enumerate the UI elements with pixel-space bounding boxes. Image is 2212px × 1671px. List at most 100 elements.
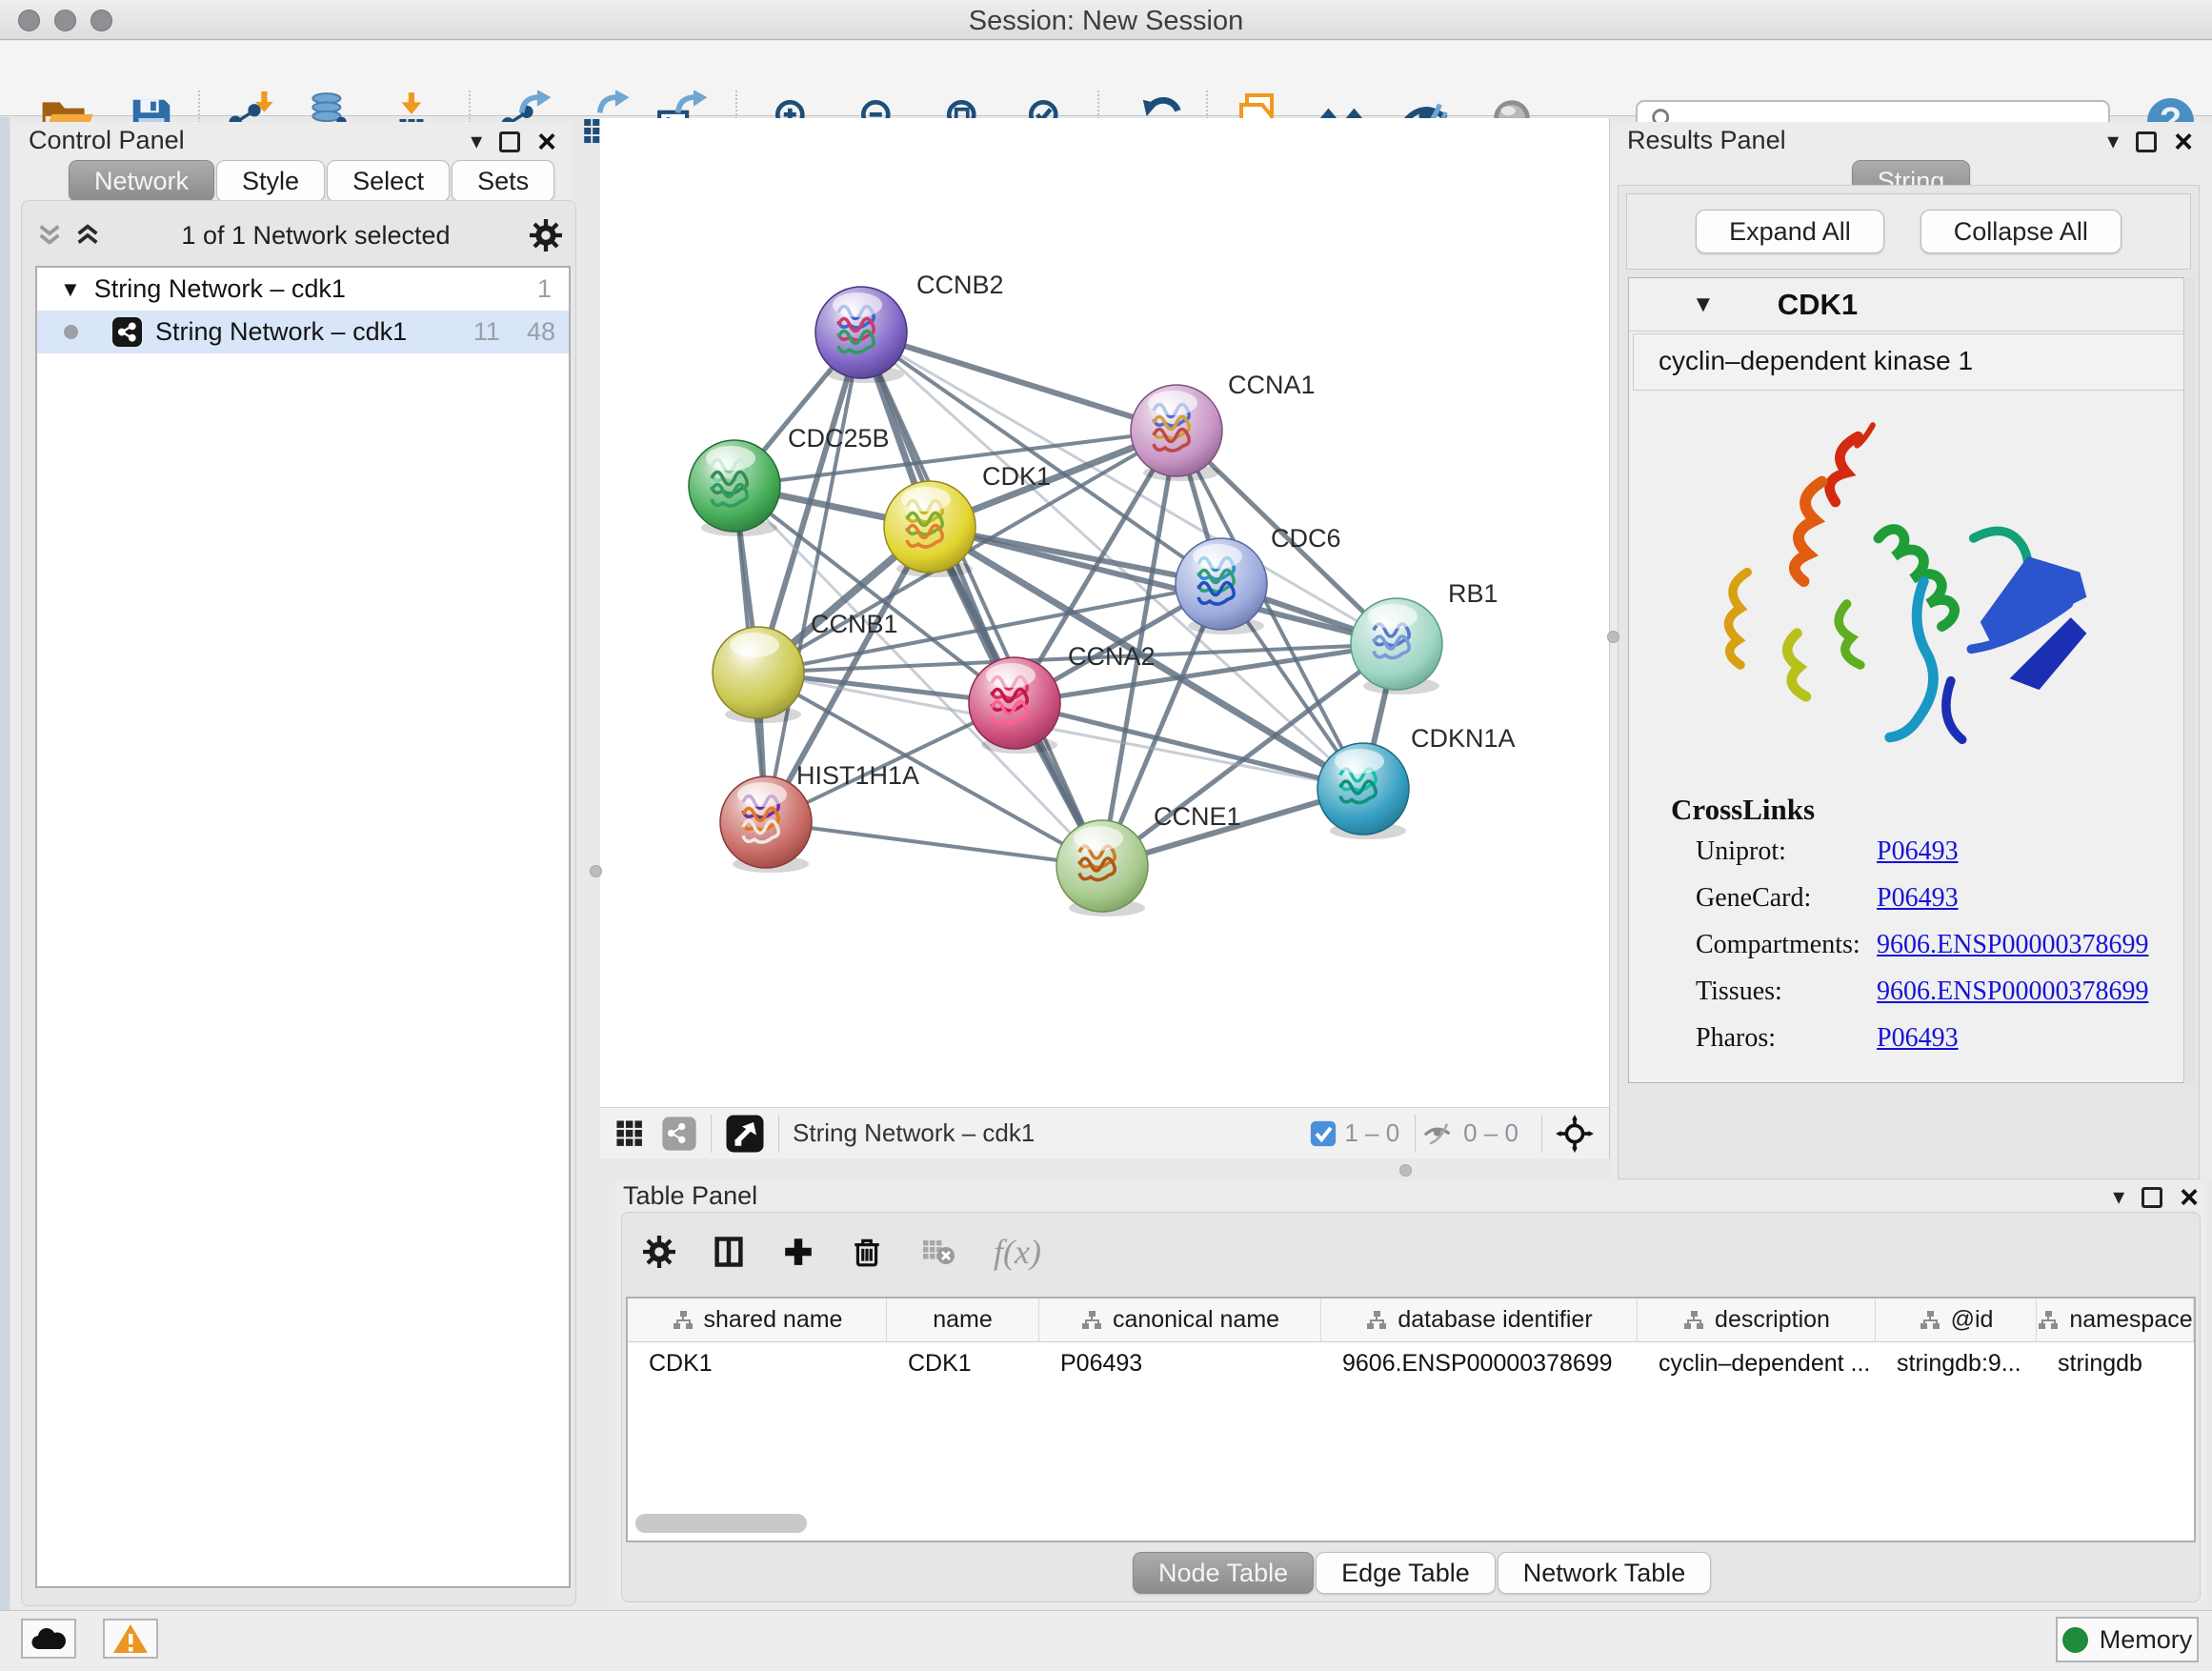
- node-RB1[interactable]: RB1: [1351, 579, 1498, 695]
- table-toolbar: f(x): [643, 1230, 1041, 1274]
- network-view-toolbar: String Network – cdk1 1 – 0 0 – 0: [600, 1107, 1609, 1158]
- warnings-button[interactable]: [103, 1619, 158, 1659]
- table-panel-maximize-icon[interactable]: [2142, 1187, 2162, 1208]
- table-panel-title: Table Panel: [623, 1181, 757, 1211]
- string-results-container: Expand All Collapse All ▼ CDK1 cyclin–de…: [1618, 185, 2200, 1179]
- collapse-all-networks-icon[interactable]: [35, 221, 64, 250]
- table-cell[interactable]: CDK1: [628, 1342, 887, 1384]
- node-selection-mode-icon[interactable]: [1556, 1115, 1594, 1153]
- tab-edge-table[interactable]: Edge Table: [1316, 1552, 1496, 1594]
- show-columns-icon[interactable]: [712, 1235, 746, 1269]
- table-panel-float-icon[interactable]: ▾: [2113, 1183, 2124, 1211]
- tree-icon: [2037, 1309, 2060, 1332]
- results-panel-float-icon[interactable]: ▾: [2107, 128, 2119, 155]
- table-panel: Table Panel ▾ × f(x) shared namename can…: [615, 1181, 2206, 1606]
- node-HIST1H1A[interactable]: HIST1H1A: [720, 761, 919, 873]
- delete-table-icon: [919, 1236, 957, 1268]
- network-node-count: 11: [473, 317, 500, 347]
- column-header-name[interactable]: name: [887, 1299, 1039, 1341]
- column-header-canonical-name[interactable]: canonical name: [1039, 1299, 1321, 1341]
- gene-card-expander-icon[interactable]: ▼: [1692, 292, 1715, 318]
- expand-all-networks-icon[interactable]: [73, 221, 102, 250]
- table-cell[interactable]: cyclin–dependent ...: [1638, 1342, 1876, 1384]
- network-view-title: String Network – cdk1: [793, 1118, 1035, 1148]
- table-panel-close-icon[interactable]: ×: [2180, 1187, 2199, 1208]
- table-horizontal-scrollbar[interactable]: [635, 1514, 2188, 1535]
- left-splitter-handle[interactable]: [590, 865, 602, 877]
- table-cell[interactable]: P06493: [1039, 1342, 1321, 1384]
- tab-sets[interactable]: Sets: [452, 160, 554, 202]
- right-splitter-handle[interactable]: [1607, 631, 1619, 643]
- bottom-splitter-handle[interactable]: [1399, 1164, 1412, 1177]
- collection-expander-icon[interactable]: ▼: [60, 277, 81, 302]
- network-options-gear-icon[interactable]: [530, 219, 562, 252]
- node-CDKN1A[interactable]: CDKN1A: [1317, 724, 1516, 839]
- crosslinks-section: CrossLinks Uniprot: P06493GeneCard: P064…: [1629, 793, 2188, 1070]
- delete-column-icon[interactable]: [851, 1236, 883, 1268]
- tab-style[interactable]: Style: [216, 160, 325, 202]
- tab-network[interactable]: Network: [69, 160, 214, 202]
- node-label-CCNB1: CCNB1: [811, 610, 898, 638]
- control-panel-float-icon[interactable]: ▾: [471, 128, 482, 155]
- table-row[interactable]: CDK1CDK1P064939606.ENSP00000378699cyclin…: [628, 1342, 2194, 1384]
- node-CCNA1[interactable]: CCNA1: [1131, 371, 1316, 481]
- memory-button[interactable]: Memory: [2056, 1617, 2199, 1662]
- crosslink-link[interactable]: P06493: [1877, 836, 1959, 867]
- node-CCNE1[interactable]: CCNE1: [1056, 802, 1241, 916]
- show-grid-icon[interactable]: [612, 1116, 648, 1152]
- scrollbar-thumb[interactable]: [635, 1514, 807, 1533]
- crosslink-row: Pharos: P06493: [1696, 1023, 2188, 1054]
- column-header--id[interactable]: @id: [1876, 1299, 2037, 1341]
- collection-count: 1: [537, 274, 552, 304]
- window-title: Session: New Session: [0, 6, 2212, 37]
- network-collection-row[interactable]: ▼ String Network – cdk1 1: [37, 268, 569, 311]
- crosslink-label: Pharos:: [1696, 1023, 1877, 1054]
- crosslink-link[interactable]: P06493: [1877, 1023, 1959, 1054]
- table-options-gear-icon[interactable]: [643, 1236, 675, 1268]
- protein-structure-image: [1675, 412, 2132, 774]
- tab-network-table[interactable]: Network Table: [1498, 1552, 1712, 1594]
- edge-HIST1H1A-CCNE1[interactable]: [766, 822, 1102, 866]
- selected-nodes-checkbox[interactable]: [1310, 1120, 1337, 1147]
- table-cell[interactable]: 9606.ENSP00000378699: [1321, 1342, 1638, 1384]
- gene-description: cyclin–dependent kinase 1: [1633, 333, 2184, 391]
- results-scrollbar[interactable]: [2183, 277, 2195, 1083]
- status-bar: Memory: [0, 1610, 2212, 1671]
- cloud-status-button[interactable]: [21, 1619, 76, 1659]
- gene-card-header[interactable]: ▼ CDK1: [1629, 278, 2188, 332]
- selected-counts: 1 – 0: [1344, 1118, 1399, 1148]
- crosslinks-title: CrossLinks: [1671, 793, 2188, 827]
- results-panel-close-icon[interactable]: ×: [2174, 131, 2193, 152]
- crosslink-link[interactable]: 9606.ENSP00000378699: [1877, 976, 2148, 1007]
- birds-eye-view-icon[interactable]: [725, 1114, 765, 1154]
- control-panel-maximize-icon[interactable]: [499, 131, 520, 152]
- table-cell[interactable]: stringdb: [2037, 1342, 2194, 1384]
- crosslink-link[interactable]: P06493: [1877, 883, 1959, 914]
- expand-all-button[interactable]: Expand All: [1696, 210, 1884, 253]
- tab-node-table[interactable]: Node Table: [1133, 1552, 1314, 1594]
- edge-CCNB2-HIST1H1A[interactable]: [766, 332, 861, 822]
- results-panel-maximize-icon[interactable]: [2136, 131, 2157, 152]
- network-row-selected[interactable]: String Network – cdk1 11 48: [37, 311, 569, 353]
- network-graph[interactable]: CCNB2CCNA1CDC25BCDK1CDC6RB1CCNB1CCNA2CDK…: [600, 118, 1610, 1107]
- column-header-description[interactable]: description: [1638, 1299, 1876, 1341]
- hidden-elements-icon[interactable]: [1421, 1117, 1456, 1151]
- edge-CCNB2-CCNA1[interactable]: [861, 332, 1176, 431]
- column-header-database-identifier[interactable]: database identifier: [1321, 1299, 1638, 1341]
- table-cell[interactable]: CDK1: [887, 1342, 1039, 1384]
- network-overview-icon[interactable]: [661, 1116, 697, 1152]
- node-label-CDK1: CDK1: [982, 462, 1051, 491]
- control-panel: Control Panel ▾ × NetworkStyleSelectSets…: [11, 122, 573, 1606]
- node-table: shared namename canonical name database …: [626, 1297, 2196, 1542]
- column-header-shared-name[interactable]: shared name: [628, 1299, 887, 1341]
- crosslink-row: Tissues: 9606.ENSP00000378699: [1696, 976, 2188, 1007]
- collapse-all-button[interactable]: Collapse All: [1920, 210, 2122, 253]
- table-cell[interactable]: stringdb:9...: [1876, 1342, 2037, 1384]
- control-panel-tabs: NetworkStyleSelectSets: [69, 160, 556, 202]
- tab-select[interactable]: Select: [327, 160, 450, 202]
- add-column-icon[interactable]: [782, 1236, 814, 1268]
- control-panel-close-icon[interactable]: ×: [537, 131, 556, 152]
- crosslink-link[interactable]: 9606.ENSP00000378699: [1877, 930, 2148, 960]
- node-label-CDKN1A: CDKN1A: [1411, 724, 1516, 753]
- column-header-namespace[interactable]: namespace: [2037, 1299, 2194, 1341]
